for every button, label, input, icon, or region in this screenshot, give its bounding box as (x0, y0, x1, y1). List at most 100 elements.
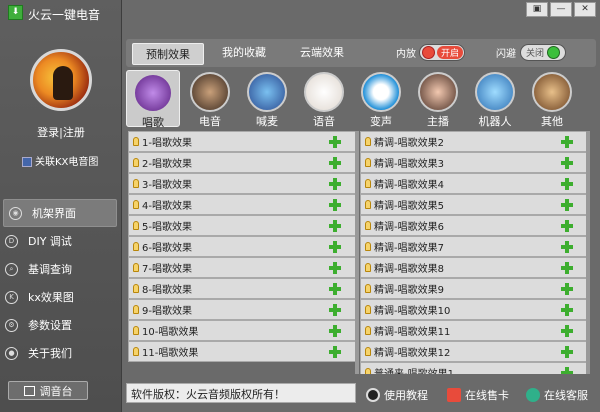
preset-row[interactable]: 精调-唱歌效果10 (360, 299, 588, 320)
category-host[interactable]: 主播 (411, 70, 465, 129)
tab-preset[interactable]: 预制效果 (132, 43, 204, 65)
add-favorite-icon[interactable] (561, 241, 573, 253)
preset-row[interactable]: 精调-唱歌效果7 (360, 236, 588, 257)
dodge-toggle[interactable]: 关闭 (520, 44, 566, 61)
inner-play-toggle[interactable]: 开启 (419, 44, 465, 61)
nav-item-about[interactable]: ● 关于我们 (0, 339, 122, 367)
add-favorite-icon[interactable] (561, 178, 573, 190)
mic-icon (365, 326, 371, 335)
add-favorite-icon[interactable] (561, 262, 573, 274)
preset-row[interactable]: 4-唱歌效果 (128, 194, 356, 215)
tab-cloud[interactable]: 云端效果 (300, 44, 344, 60)
category-singing[interactable]: 唱歌 (126, 70, 180, 129)
mic-icon (365, 158, 371, 167)
preset-row[interactable]: 6-唱歌效果 (128, 236, 356, 257)
preset-label: 精调-唱歌效果12 (374, 348, 451, 359)
category-label: 唱歌 (142, 116, 164, 129)
nav-item-rack[interactable]: ◉ 机架界面 (3, 199, 117, 227)
preset-row[interactable]: 普通来-唱歌效果1 (360, 362, 588, 374)
add-favorite-icon[interactable] (329, 157, 341, 169)
preset-row[interactable]: 精调-唱歌效果6 (360, 215, 588, 236)
scrollbar-left[interactable] (355, 131, 359, 374)
preset-row[interactable]: 9-唱歌效果 (128, 299, 356, 320)
preset-label: 普通来-唱歌效果1 (374, 365, 454, 374)
main-panel: ▣ — ✕ 预制效果 我的收藏 云端效果 内放 开启 闪避 关闭 唱歌 电音 喊… (122, 0, 600, 412)
preset-row[interactable]: 精调-唱歌效果2 (360, 131, 588, 152)
preset-row[interactable]: 10-唱歌效果 (128, 320, 356, 341)
add-favorite-icon[interactable] (561, 346, 573, 358)
kx-link[interactable]: 关联KX电音图 (22, 153, 98, 168)
card-icon (447, 388, 461, 402)
nav-item-kx[interactable]: Kkx效果图 (0, 283, 122, 311)
nav-item-key-query[interactable]: ⌕ 基调查询 (0, 255, 122, 283)
nav-label: 基调查询 (28, 263, 72, 276)
tutorial-label: 使用教程 (384, 389, 428, 402)
toggle-knob (547, 46, 561, 59)
add-favorite-icon[interactable] (329, 304, 341, 316)
add-favorite-icon[interactable] (329, 178, 341, 190)
category-label: 主播 (427, 115, 449, 128)
add-favorite-icon[interactable] (329, 325, 341, 337)
nav-item-settings[interactable]: ⚙ 参数设置 (0, 311, 122, 339)
nav-label: 参数设置 (28, 319, 72, 332)
add-favorite-icon[interactable] (329, 199, 341, 211)
login-register-link[interactable]: 登录|注册 (0, 124, 122, 140)
add-favorite-icon[interactable] (329, 346, 341, 358)
category-voice-change[interactable]: 变声 (354, 70, 408, 129)
tuner-button[interactable]: 调音台 (8, 381, 88, 400)
preset-row[interactable]: 精调-唱歌效果5 (360, 194, 588, 215)
add-favorite-icon[interactable] (329, 241, 341, 253)
mic-icon (133, 242, 139, 251)
preset-row[interactable]: 5-唱歌效果 (128, 215, 356, 236)
diy-icon: D (5, 234, 18, 248)
preset-row[interactable]: 7-唱歌效果 (128, 257, 356, 278)
category-electronic[interactable]: 电音 (183, 70, 237, 129)
preset-row[interactable]: 3-唱歌效果 (128, 173, 356, 194)
app-window: ⬇ 火云一键电音 登录|注册 关联KX电音图 ◉ 机架界面 D DIY 调试 ⌕ 基调… (0, 0, 600, 412)
add-favorite-icon[interactable] (329, 136, 341, 148)
add-favorite-icon[interactable] (561, 157, 573, 169)
preset-label: 9-唱歌效果 (142, 306, 192, 317)
sell-card-link[interactable]: 在线售卡 (447, 387, 509, 403)
category-robot[interactable]: 机器人 (468, 70, 522, 129)
preset-row[interactable]: 8-唱歌效果 (128, 278, 356, 299)
preset-row[interactable]: 精调-唱歌效果11 (360, 320, 588, 341)
preset-row[interactable]: 精调-唱歌效果3 (360, 152, 588, 173)
preset-row[interactable]: 11-唱歌效果 (128, 341, 356, 362)
add-favorite-icon[interactable] (561, 325, 573, 337)
tutorial-link[interactable]: 使用教程 (366, 387, 428, 403)
mic-icon (133, 221, 139, 230)
add-favorite-icon[interactable] (561, 136, 573, 148)
add-favorite-icon[interactable] (561, 199, 573, 211)
preset-row[interactable]: 2-唱歌效果 (128, 152, 356, 173)
add-favorite-icon[interactable] (329, 262, 341, 274)
preset-label: 5-唱歌效果 (142, 222, 192, 233)
avatar[interactable] (30, 49, 92, 111)
category-other[interactable]: 其他 (525, 70, 579, 129)
scrollbar-right[interactable] (586, 131, 590, 374)
support-link[interactable]: 在线客服 (526, 387, 588, 403)
add-favorite-icon[interactable] (561, 283, 573, 295)
copyright-notice: 软件版权：火云音频版权所有！ (126, 383, 356, 403)
category-mc[interactable]: 喊麦 (240, 70, 294, 129)
preset-list-right: 精调-唱歌效果2 精调-唱歌效果3 精调-唱歌效果4 精调-唱歌效果5 精调-唱歌效果6… (360, 131, 588, 374)
tab-favorites[interactable]: 我的收藏 (222, 44, 266, 60)
play-icon (366, 388, 380, 402)
preset-row[interactable]: 1-唱歌效果 (128, 131, 356, 152)
preset-row[interactable]: 精调-唱歌效果8 (360, 257, 588, 278)
preset-label: 2-唱歌效果 (142, 159, 192, 170)
inner-play-label: 内放 (396, 49, 416, 60)
preset-row[interactable]: 精调-唱歌效果9 (360, 278, 588, 299)
add-favorite-icon[interactable] (561, 304, 573, 316)
add-favorite-icon[interactable] (561, 220, 573, 232)
restore-button[interactable]: ▣ (526, 2, 548, 17)
add-favorite-icon[interactable] (329, 220, 341, 232)
nav-item-diy[interactable]: D DIY 调试 (0, 227, 122, 255)
close-button[interactable]: ✕ (574, 2, 596, 17)
preset-row[interactable]: 精调-唱歌效果12 (360, 341, 588, 362)
preset-row[interactable]: 精调-唱歌效果4 (360, 173, 588, 194)
add-favorite-icon[interactable] (329, 283, 341, 295)
add-favorite-icon[interactable] (561, 367, 573, 374)
category-voice[interactable]: 语音 (297, 70, 351, 129)
minimize-button[interactable]: — (550, 2, 572, 17)
